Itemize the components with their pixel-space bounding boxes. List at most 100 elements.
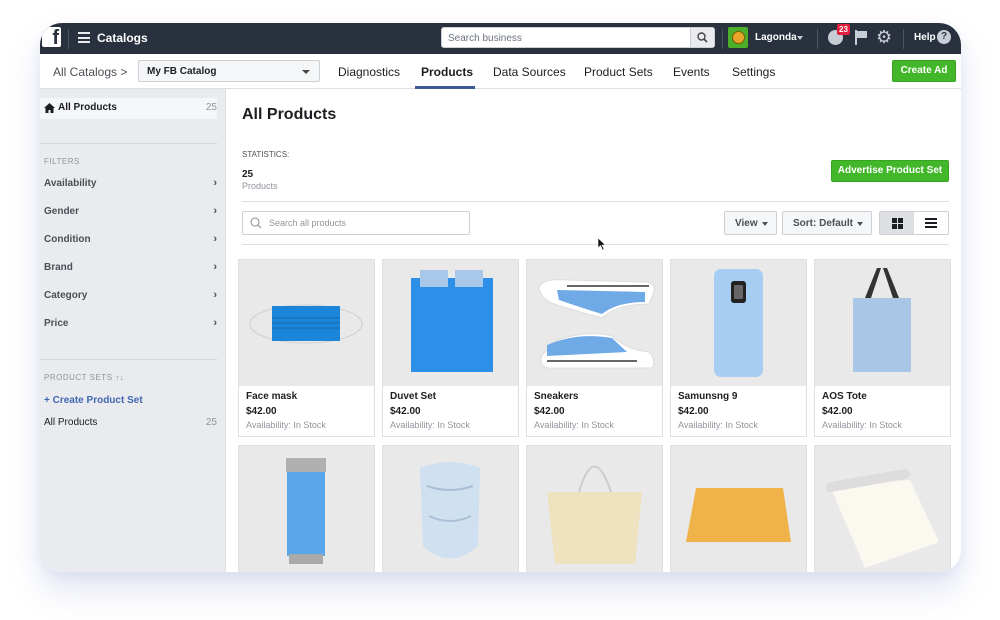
- product-set-label: All Products: [44, 417, 98, 428]
- tab-product-sets[interactable]: Product Sets: [584, 65, 653, 79]
- statistics-unit: Products: [242, 181, 278, 191]
- filter-label: Availability: [44, 178, 97, 189]
- search-business-input[interactable]: [442, 29, 690, 48]
- product-name[interactable]: AOS Tote: [822, 391, 867, 402]
- search-button[interactable]: [690, 28, 714, 47]
- tab-products[interactable]: Products: [421, 65, 473, 79]
- beach-bag-image: [547, 465, 642, 564]
- product-image[interactable]: [383, 446, 518, 572]
- list-view-button[interactable]: [914, 212, 948, 234]
- filters-heading: FILTERS: [44, 157, 80, 166]
- avatar[interactable]: [728, 27, 748, 48]
- product-name[interactable]: Duvet Set: [390, 391, 436, 402]
- product-card[interactable]: Duvet Set $42.00 Availability: In Stock: [382, 259, 519, 437]
- paper-roll-image: [825, 468, 939, 568]
- product-card[interactable]: Sneakers $42.00 Availability: In Stock: [526, 259, 663, 437]
- chevron-down-icon[interactable]: [797, 36, 803, 40]
- tab-diagnostics[interactable]: Diagnostics: [338, 65, 400, 79]
- filter-price[interactable]: Price ›: [40, 317, 217, 332]
- tab-events[interactable]: Events: [673, 65, 710, 79]
- help-link[interactable]: Help: [914, 32, 936, 43]
- help-icon[interactable]: ?: [937, 30, 951, 44]
- breadcrumb-all-catalogs[interactable]: All Catalogs >: [53, 65, 127, 79]
- product-image[interactable]: [671, 446, 806, 572]
- grid-icon: [891, 217, 903, 229]
- flag-icon[interactable]: [855, 30, 868, 45]
- product-card[interactable]: Face mask $42.00 Availability: In Stock: [238, 259, 375, 437]
- filter-label: Category: [44, 290, 88, 301]
- grid-view-button[interactable]: [880, 212, 914, 234]
- product-card[interactable]: [526, 445, 663, 572]
- product-card[interactable]: Samunsng 9 $42.00 Availability: In Stock: [670, 259, 807, 437]
- chevron-right-icon: ›: [213, 261, 217, 273]
- divider: [722, 29, 723, 49]
- filter-label: Condition: [44, 234, 91, 245]
- product-image[interactable]: [239, 260, 374, 386]
- user-name[interactable]: Lagonda: [755, 32, 797, 43]
- product-search-input[interactable]: [269, 215, 464, 231]
- gear-icon[interactable]: ⚙: [876, 28, 892, 46]
- statistics-value: 25: [242, 169, 254, 180]
- create-ad-button[interactable]: Create Ad: [892, 60, 956, 82]
- menu-icon[interactable]: [78, 32, 90, 43]
- chevron-down-icon: [857, 222, 863, 226]
- product-card[interactable]: [814, 445, 951, 572]
- product-card[interactable]: [670, 445, 807, 572]
- app-title: Catalogs: [97, 31, 148, 45]
- phone-case-image: [714, 269, 763, 377]
- product-card[interactable]: AOS Tote $42.00 Availability: In Stock: [814, 259, 951, 437]
- mouse-cursor-icon: [598, 238, 607, 251]
- notification-badge: 23: [837, 24, 850, 35]
- divider: [242, 201, 949, 202]
- main-content: All Products STATISTICS: 25 Products Adv…: [227, 89, 961, 572]
- view-mode-toggle: [879, 211, 949, 235]
- catalog-nav: All Catalogs > My FB Catalog Diagnostics…: [40, 54, 961, 89]
- product-search-field: [242, 211, 470, 235]
- sneakers-image: [538, 279, 655, 369]
- app-window: f Catalogs Lagonda 23 ⚙ Help ? All Catal…: [40, 23, 961, 572]
- product-set-item[interactable]: All Products 25: [44, 417, 217, 428]
- product-name[interactable]: Sneakers: [534, 391, 578, 402]
- product-price: $42.00: [534, 406, 565, 417]
- product-image[interactable]: [527, 446, 662, 572]
- product-name[interactable]: Samunsng 9: [678, 391, 737, 402]
- product-name[interactable]: Face mask: [246, 391, 297, 402]
- product-availability: Availability: In Stock: [822, 420, 902, 430]
- product-card[interactable]: [382, 445, 519, 572]
- top-bar: f Catalogs Lagonda 23 ⚙ Help ?: [40, 23, 961, 54]
- facebook-logo-icon[interactable]: f: [42, 27, 61, 48]
- product-image[interactable]: [815, 260, 950, 386]
- sidebar-item-label: All Products: [58, 102, 117, 113]
- advertise-product-set-button[interactable]: Advertise Product Set: [831, 160, 949, 182]
- product-image[interactable]: [527, 260, 662, 386]
- tab-data-sources[interactable]: Data Sources: [493, 65, 566, 79]
- divider: [903, 29, 904, 49]
- chevron-right-icon: ›: [213, 289, 217, 301]
- chevron-down-icon: [762, 222, 768, 226]
- product-card[interactable]: [238, 445, 375, 572]
- product-image[interactable]: [671, 260, 806, 386]
- filter-gender[interactable]: Gender ›: [40, 205, 217, 220]
- filter-condition[interactable]: Condition ›: [40, 233, 217, 248]
- chevron-right-icon: ›: [213, 233, 217, 245]
- tote-image: [853, 268, 911, 372]
- sidebar-item-all-products[interactable]: All Products 25: [40, 98, 217, 119]
- filter-brand[interactable]: Brand ›: [40, 261, 217, 276]
- sort-dropdown[interactable]: Sort: Default: [782, 211, 872, 235]
- filter-availability[interactable]: Availability ›: [40, 177, 217, 192]
- product-image[interactable]: [815, 446, 950, 572]
- view-dropdown[interactable]: View: [724, 211, 777, 235]
- filter-category[interactable]: Category ›: [40, 289, 217, 304]
- create-product-set-link[interactable]: + Create Product Set: [44, 395, 143, 406]
- product-availability: Availability: In Stock: [534, 420, 614, 430]
- catalog-select[interactable]: My FB Catalog: [138, 60, 320, 82]
- mat-image: [686, 488, 791, 542]
- tab-settings[interactable]: Settings: [732, 65, 775, 79]
- filter-label: Gender: [44, 206, 80, 217]
- divider: [817, 29, 818, 49]
- product-image[interactable]: [239, 446, 374, 572]
- search-icon: [697, 32, 708, 43]
- product-image[interactable]: [383, 260, 518, 386]
- chevron-down-icon: [302, 70, 310, 74]
- product-sets-heading[interactable]: PRODUCT SETS ↑↓: [44, 373, 124, 382]
